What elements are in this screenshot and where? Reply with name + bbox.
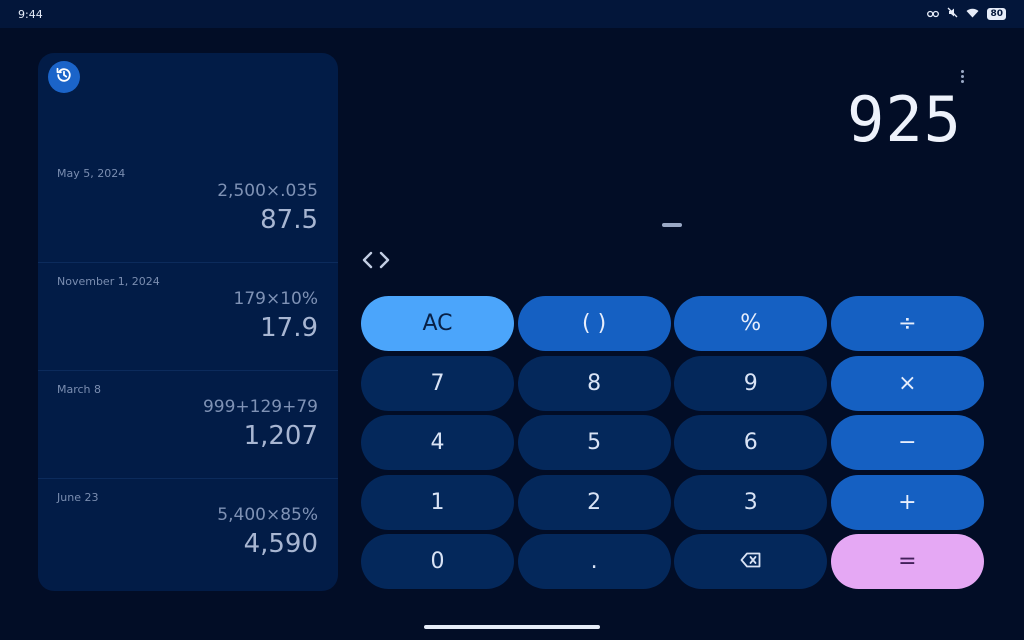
- cursor-arrows[interactable]: [360, 250, 392, 274]
- backspace-icon: [740, 549, 762, 574]
- digit-2-button[interactable]: 2: [517, 474, 671, 530]
- history-panel: May 5, 2024 2,500×.035 87.5 November 1, …: [38, 53, 338, 591]
- history-item[interactable]: March 8 999+129+79 1,207: [38, 371, 338, 479]
- history-result[interactable]: 1,207: [244, 421, 318, 451]
- chevron-left-icon[interactable]: [360, 250, 374, 274]
- history-list: May 5, 2024 2,500×.035 87.5 November 1, …: [38, 155, 338, 587]
- status-icons: 80: [927, 7, 1006, 21]
- plus-button[interactable]: +: [830, 474, 984, 530]
- digit-7-button[interactable]: 7: [361, 355, 514, 411]
- digit-5-button[interactable]: 5: [517, 415, 671, 470]
- decimal-button[interactable]: .: [517, 534, 671, 589]
- battery-icon: 80: [987, 8, 1006, 20]
- divide-button[interactable]: ÷: [830, 296, 984, 351]
- history-item[interactable]: June 23 5,400×85% 4,590: [38, 479, 338, 587]
- history-date: May 5, 2024: [57, 167, 126, 180]
- history-date: November 1, 2024: [57, 275, 160, 288]
- history-expression[interactable]: 179×10%: [234, 289, 318, 309]
- display-result[interactable]: 925: [847, 83, 962, 156]
- status-bar: 9:44 80: [0, 0, 1024, 28]
- menu-dot: [960, 69, 964, 73]
- digit-8-button[interactable]: 8: [517, 355, 671, 411]
- equals-button[interactable]: =: [830, 534, 984, 589]
- chevron-right-icon[interactable]: [378, 250, 392, 274]
- status-time: 9:44: [18, 7, 43, 21]
- clear-button[interactable]: AC: [361, 296, 514, 351]
- digit-4-button[interactable]: 4: [361, 415, 514, 470]
- percent-button[interactable]: %: [674, 296, 828, 351]
- multiply-button[interactable]: ×: [830, 355, 984, 411]
- link-icon: [927, 8, 940, 21]
- history-button[interactable]: [48, 61, 80, 93]
- mute-icon: [947, 7, 958, 21]
- wifi-icon: [966, 8, 979, 21]
- history-expression[interactable]: 2,500×.035: [217, 181, 318, 201]
- history-result[interactable]: 17.9: [260, 313, 318, 343]
- history-item[interactable]: November 1, 2024 179×10% 17.9: [38, 263, 338, 371]
- digit-0-button[interactable]: 0: [361, 534, 514, 589]
- backspace-button[interactable]: [674, 534, 828, 589]
- menu-dot: [960, 74, 964, 78]
- history-date: March 8: [57, 383, 102, 396]
- history-item[interactable]: May 5, 2024 2,500×.035 87.5: [38, 155, 338, 263]
- parentheses-button[interactable]: ( ): [517, 296, 671, 351]
- minus-button[interactable]: −: [830, 415, 984, 470]
- history-date: June 23: [57, 491, 99, 504]
- history-icon: [55, 66, 73, 88]
- expand-handle[interactable]: [662, 223, 682, 227]
- digit-1-button[interactable]: 1: [361, 474, 514, 530]
- home-indicator[interactable]: [424, 625, 600, 629]
- history-result[interactable]: 4,590: [244, 529, 318, 559]
- history-expression[interactable]: 999+129+79: [203, 397, 318, 417]
- history-expression[interactable]: 5,400×85%: [217, 505, 318, 525]
- keypad: AC ( ) % ÷ 7 8 9 × 4 5 6 − 1 2 3 + 0 . =: [361, 296, 984, 589]
- digit-6-button[interactable]: 6: [674, 415, 828, 470]
- history-result[interactable]: 87.5: [260, 205, 318, 235]
- digit-9-button[interactable]: 9: [674, 355, 828, 411]
- digit-3-button[interactable]: 3: [674, 474, 828, 530]
